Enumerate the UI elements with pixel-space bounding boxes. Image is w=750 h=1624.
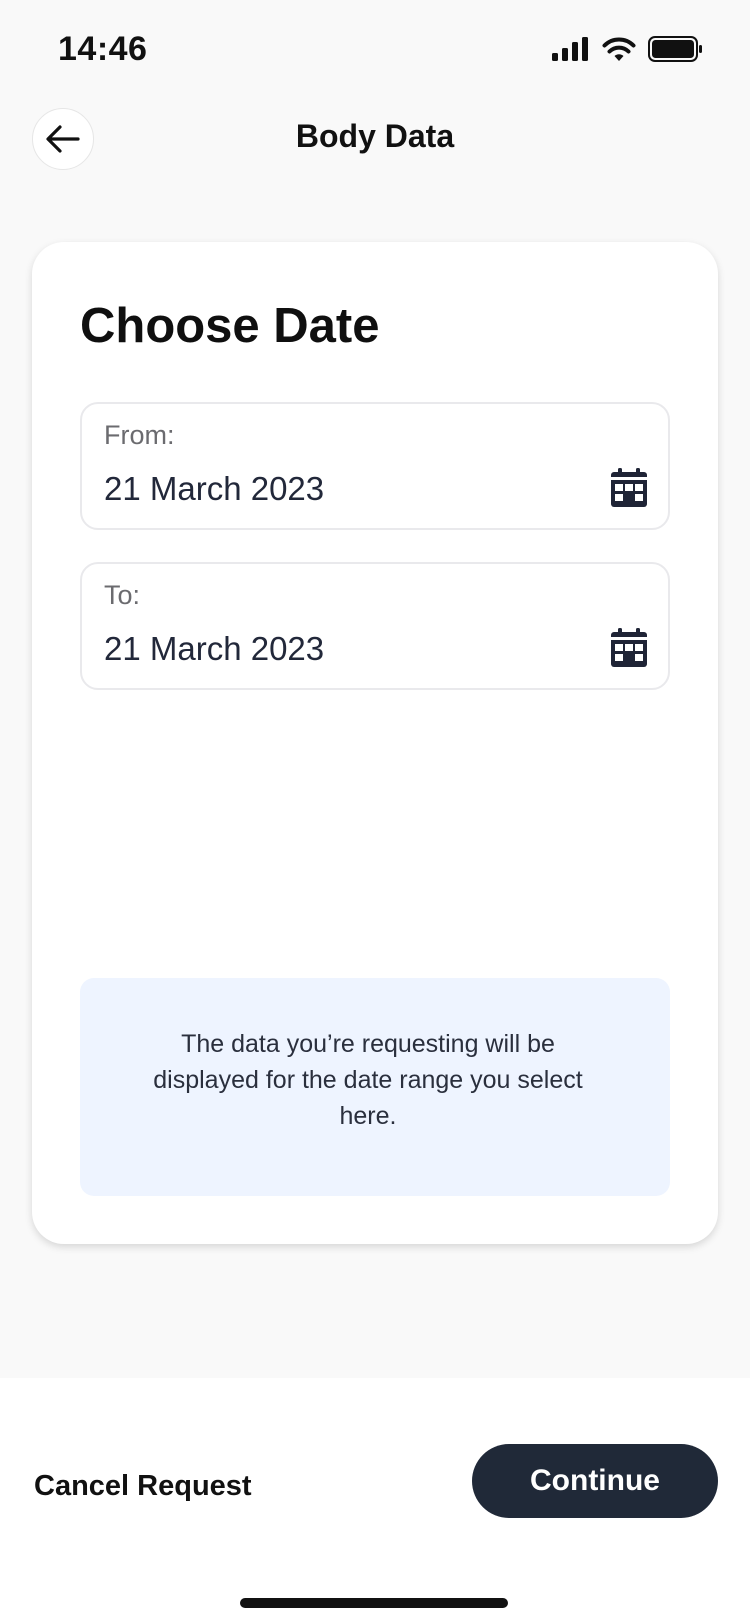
from-date-value: 21 March 2023 — [104, 470, 325, 507]
card-title: Choose Date — [80, 299, 380, 353]
cellular-signal-icon — [552, 37, 588, 61]
status-bar: 14:46 — [0, 0, 750, 100]
choose-date-card: Choose Date From: 21 March 2023 To: 21 M… — [32, 242, 718, 1244]
info-box: The data you’re requesting will be displ… — [80, 978, 670, 1196]
to-date-label: To: — [104, 580, 141, 610]
battery-icon — [648, 36, 702, 62]
from-date-label: From: — [104, 420, 175, 450]
calendar-icon[interactable] — [610, 628, 648, 668]
continue-button[interactable]: Continue — [472, 1444, 718, 1518]
header: Body Data — [0, 100, 750, 200]
to-date-field[interactable]: To: 21 March 2023 — [80, 562, 670, 690]
from-date-field[interactable]: From: 21 March 2023 — [80, 402, 670, 530]
info-text: The data you’re requesting will be displ… — [153, 1030, 583, 1130]
cancel-request-button[interactable]: Cancel Request — [34, 1470, 252, 1503]
page-title: Body Data — [295, 118, 455, 154]
footer: Cancel Request Continue — [0, 1378, 750, 1624]
to-date-value: 21 March 2023 — [104, 630, 325, 667]
home-indicator — [240, 1598, 508, 1608]
calendar-icon[interactable] — [610, 468, 648, 508]
status-icons — [552, 36, 704, 62]
status-time: 14:46 — [58, 30, 148, 68]
wifi-icon — [602, 37, 636, 61]
